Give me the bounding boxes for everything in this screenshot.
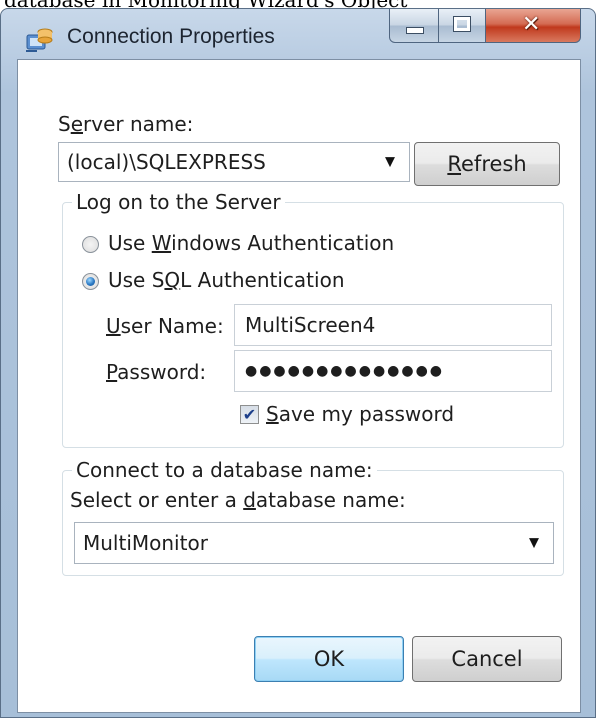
minimize-icon — [406, 27, 424, 34]
connection-properties-dialog: Connection Properties ✕ Server name: (lo… — [0, 8, 596, 718]
refresh-button-label: Refresh — [447, 152, 527, 176]
database-group-legend: Connect to a database name: — [72, 458, 377, 482]
windows-auth-label[interactable]: Use Windows Authentication — [108, 231, 394, 255]
save-password-label[interactable]: Save my password — [266, 402, 454, 426]
save-password-checkbox[interactable]: ✔ — [240, 405, 259, 424]
database-name-value: MultiMonitor — [83, 531, 208, 555]
cancel-button[interactable]: Cancel — [412, 636, 562, 682]
sql-auth-label[interactable]: Use SQL Authentication — [108, 268, 345, 292]
ok-button[interactable]: OK — [254, 636, 404, 682]
server-name-value: (local)\SQLEXPRESS — [67, 150, 266, 174]
database-name-combo[interactable]: MultiMonitor ▼ — [74, 522, 554, 564]
minimize-button[interactable] — [389, 9, 439, 43]
checkmark-icon: ✔ — [242, 404, 257, 424]
close-button[interactable]: ✕ — [485, 9, 581, 43]
window-title: Connection Properties — [67, 25, 275, 48]
maximize-button[interactable] — [438, 9, 486, 43]
password-input[interactable]: ●●●●●●●●●●●●●● — [234, 350, 552, 392]
database-prompt-label: Select or enter a database name: — [70, 488, 406, 512]
username-value: MultiScreen4 — [245, 313, 376, 337]
logon-group-legend: Log on to the Server — [72, 190, 285, 214]
maximize-icon — [453, 16, 471, 32]
server-name-label: Server name: — [58, 112, 194, 136]
sql-auth-radio[interactable] — [82, 273, 99, 290]
username-label: User Name: — [106, 314, 224, 338]
password-label: Password: — [106, 360, 207, 384]
close-icon: ✕ — [522, 12, 541, 37]
server-name-combo[interactable]: (local)\SQLEXPRESS ▼ — [58, 142, 410, 182]
connection-properties-icon — [26, 28, 53, 52]
chevron-down-icon[interactable]: ▼ — [385, 155, 395, 170]
dialog-client-area: Server name: (local)\SQLEXPRESS ▼ Refres… — [17, 59, 581, 713]
username-input[interactable]: MultiScreen4 — [234, 304, 552, 346]
chevron-down-icon[interactable]: ▼ — [529, 536, 539, 551]
password-value: ●●●●●●●●●●●●●● — [245, 363, 445, 379]
refresh-button[interactable]: Refresh — [414, 142, 560, 186]
windows-auth-radio[interactable] — [82, 236, 99, 253]
